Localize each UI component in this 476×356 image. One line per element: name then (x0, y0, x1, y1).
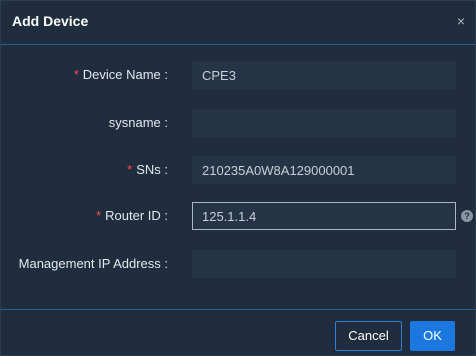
dialog-title: Add Device (12, 13, 89, 29)
required-marker: * (73, 67, 79, 82)
management-ip-label: Management IP Address : (19, 256, 168, 271)
device-name-field[interactable] (192, 61, 456, 89)
add-device-dialog: Add Device × *Device Name : sysname : *S… (0, 0, 476, 356)
dialog-header: Add Device × (1, 1, 475, 45)
sns-label-text: SNs : (136, 162, 168, 177)
footer-divider (1, 309, 475, 310)
required-marker: * (127, 162, 133, 177)
cancel-button[interactable]: Cancel (335, 321, 402, 351)
sysname-field[interactable] (192, 109, 456, 137)
form-row-router-id: *Router ID : ? (1, 202, 475, 230)
sns-field[interactable] (192, 156, 456, 184)
ok-button[interactable]: OK (410, 321, 455, 351)
sns-label: * SNs : (127, 162, 168, 177)
help-icon[interactable]: ? (461, 210, 473, 222)
form-row-device-name: * Device Name : (1, 61, 475, 89)
sysname-label-text: sysname : (108, 115, 168, 130)
router-id-field[interactable] (192, 202, 456, 230)
management-ip-field[interactable] (192, 250, 456, 278)
form-row-sns: * SNs : (1, 156, 475, 184)
device-name-label-text: Device Name : (82, 67, 168, 82)
router-id-label: * Router ID : (96, 208, 168, 223)
device-name-label: * Device Name : (74, 67, 168, 82)
management-ip-label-text: Management IP Address : (18, 256, 168, 271)
close-icon[interactable]: × (457, 11, 465, 31)
form-row-sysname: sysname : (1, 109, 475, 137)
form-row-management-ip: Management IP Address : (1, 250, 475, 278)
router-id-label-text: Router ID : (105, 208, 168, 223)
required-marker: * (96, 208, 102, 223)
sysname-label: sysname : (109, 115, 168, 130)
